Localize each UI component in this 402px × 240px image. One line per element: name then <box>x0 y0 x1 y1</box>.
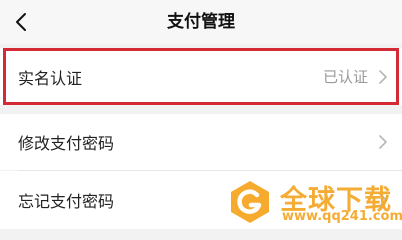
page-title: 支付管理 <box>167 12 235 32</box>
row-forgot-payment-password[interactable]: 忘记支付密码 <box>0 171 402 229</box>
verification-status: 已认证 <box>322 68 368 86</box>
row-label-forgot-password: 忘记支付密码 <box>18 192 115 211</box>
row-label-real-name: 实名认证 <box>18 68 83 88</box>
row-change-payment-password[interactable]: 修改支付密码 <box>0 114 402 170</box>
row-label-change-password: 修改支付密码 <box>18 134 115 153</box>
chevron-right-icon <box>379 69 387 84</box>
chevron-right-icon <box>379 193 387 207</box>
chevron-right-icon <box>379 135 387 149</box>
row-real-name-verification[interactable]: 实名认证 已认证 <box>0 48 402 105</box>
navigation-bar: 支付管理 <box>0 0 402 44</box>
